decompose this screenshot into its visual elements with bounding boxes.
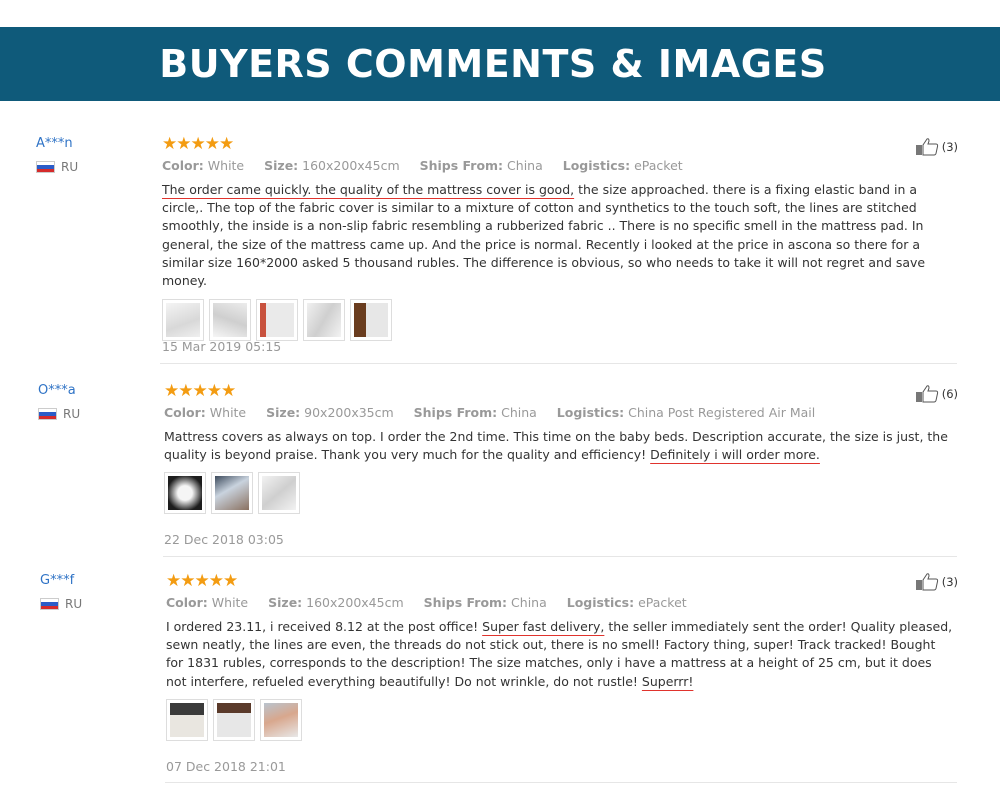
size-value: 90x200x35cm (304, 405, 394, 420)
ships-from-value: China (511, 595, 547, 610)
order-details: Color: White Size: 90x200x35cm Ships Fro… (164, 405, 816, 420)
review-text: I ordered 23.11, i received 8.12 at the … (166, 619, 953, 689)
size-value: 160x200x45cm (306, 595, 404, 610)
review-image-thumbnail[interactable] (256, 299, 298, 342)
divider (160, 363, 957, 364)
russia-flag-icon (38, 408, 57, 420)
page-title: BUYERS COMMENTS & IMAGES (159, 42, 827, 86)
star-rating: ★★★★★ (164, 381, 236, 401)
review-image-thumbnail[interactable] (164, 472, 206, 515)
review-images (164, 472, 964, 515)
color-value: White (207, 158, 245, 173)
color-value: White (211, 595, 249, 610)
review-image-thumbnail[interactable] (209, 299, 251, 342)
review-image-thumbnail[interactable] (162, 299, 204, 342)
reviewer-name[interactable]: O***a (38, 383, 80, 398)
logistics-value: ePacket (634, 158, 683, 173)
reviewer-country: RU (63, 407, 81, 421)
review-image-thumbnail[interactable] (213, 698, 255, 741)
review-text: Mattress covers as always on top. I orde… (164, 429, 948, 463)
review-image-thumbnail[interactable] (211, 472, 253, 515)
reviewer-country: RU (61, 160, 79, 174)
reviewer-info: A***n RU (36, 136, 78, 174)
review-date: 15 Mar 2019 05:15 (162, 339, 282, 354)
logistics-value: ePacket (638, 595, 687, 610)
russia-flag-icon (40, 598, 59, 610)
ships-from-value: China (501, 405, 537, 420)
review-image-thumbnail[interactable] (260, 698, 302, 741)
review-image-thumbnail[interactable] (303, 299, 345, 342)
star-rating: ★★★★★ (162, 134, 234, 154)
header-banner: BUYERS COMMENTS & IMAGES (0, 27, 1000, 101)
reviewer-name[interactable]: A***n (36, 136, 78, 151)
order-details: Color: White Size: 160x200x45cm Ships Fr… (166, 595, 687, 610)
logistics-value: China Post Registered Air Mail (628, 405, 816, 420)
review-image-thumbnail[interactable] (258, 472, 300, 515)
reviewer-info: O***a RU (38, 383, 80, 421)
review-images (166, 698, 966, 741)
ships-from-value: China (507, 158, 543, 173)
reviewer-info: G***f RU (40, 573, 82, 611)
star-rating: ★★★★★ (166, 571, 238, 591)
review-date: 07 Dec 2018 21:01 (166, 759, 286, 774)
reviewer-name[interactable]: G***f (40, 573, 82, 588)
reviewer-country: RU (65, 597, 83, 611)
review-text: The order came quickly. the quality of t… (162, 182, 926, 289)
russia-flag-icon (36, 161, 55, 173)
color-value: White (209, 405, 247, 420)
review-images (162, 299, 962, 342)
divider (165, 782, 957, 783)
divider (163, 556, 957, 557)
size-value: 160x200x45cm (302, 158, 400, 173)
review-date: 22 Dec 2018 03:05 (164, 532, 284, 547)
order-details: Color: White Size: 160x200x45cm Ships Fr… (162, 158, 683, 173)
review-image-thumbnail[interactable] (350, 299, 392, 342)
review-image-thumbnail[interactable] (166, 698, 208, 741)
